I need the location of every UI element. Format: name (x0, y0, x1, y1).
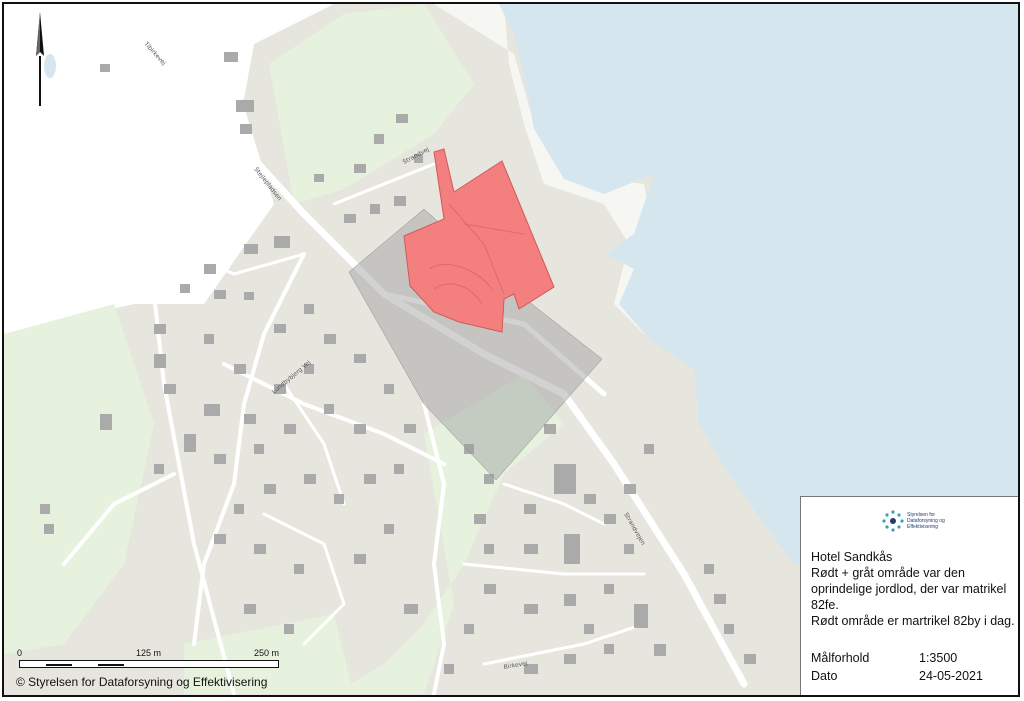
legend-line: oprindelige jordlod, der var matrikel (811, 582, 1007, 596)
scale-label-125: 125 m (136, 648, 162, 658)
legend-title: Hotel Sandkås (811, 550, 893, 564)
agency-logo-icon (882, 510, 904, 532)
legend-line: 82fe. (811, 598, 839, 612)
date-value: 24-05-2021 (919, 669, 983, 683)
scale-key: Målforhold (811, 651, 870, 665)
north-arrow-icon (36, 12, 44, 106)
scale-bar-graphic (19, 660, 279, 668)
agency-logo-text: Styrelsen for Dataforsyning og Effektivi… (907, 512, 945, 530)
scale-label-0: 0 (17, 648, 23, 658)
scale-label-250: 250 m (254, 648, 280, 658)
agency-logo: Styrelsen for Dataforsyning og Effektivi… (881, 509, 961, 535)
scale-bar: 0 125 m 250 m (16, 648, 284, 674)
legend-line: Rødt område er martrikel 82by i dag. (811, 614, 1015, 628)
legend-line: Rødt + gråt område var den (811, 566, 965, 580)
copyright-text: © Styrelsen for Dataforsyning og Effekti… (16, 675, 268, 689)
map-frame: Tibirkevej Stejlepladsen Strandvej Lundb… (2, 2, 1020, 697)
date-key: Dato (811, 669, 838, 683)
legend-panel: Styrelsen for Dataforsyning og Effektivi… (800, 496, 1018, 695)
scale-value: 1:3500 (919, 651, 958, 665)
